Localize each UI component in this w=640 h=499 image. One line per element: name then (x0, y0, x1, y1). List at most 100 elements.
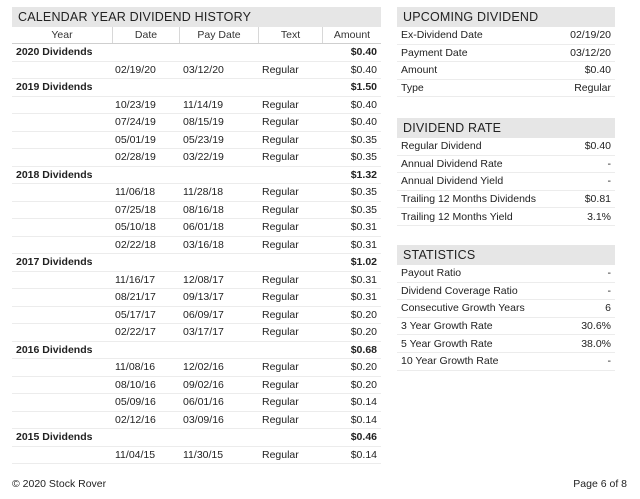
upcoming-item-row: Amount $0.40 (397, 62, 615, 80)
rate-item-value: $0.40 (584, 140, 611, 153)
dividend-ex-date: 08/10/16 (115, 378, 156, 391)
rate-item-value: - (607, 157, 612, 170)
dividend-ex-date: 02/28/19 (115, 151, 156, 164)
stats-item-label: 3 Year Growth Rate (401, 320, 493, 333)
rate-item-row: Annual Dividend Yield - (397, 173, 615, 191)
year-group-row: 2018 Dividends $1.32 (12, 167, 381, 184)
dividend-row: 05/10/18 06/01/18 Regular $0.31 (12, 219, 381, 237)
dividend-amount: $0.14 (350, 448, 377, 461)
rate-item-value: $0.81 (584, 193, 611, 206)
dividend-row: 02/19/20 03/12/20 Regular $0.40 (12, 62, 381, 79)
dividend-amount: $0.35 (350, 186, 377, 199)
dividend-row: 11/06/18 11/28/18 Regular $0.35 (12, 184, 381, 202)
dividend-amount: $0.31 (350, 273, 377, 286)
dividend-ex-date: 08/21/17 (115, 291, 156, 304)
upcoming-item-value: Regular (574, 82, 611, 95)
col-pay-date-header: Pay Date (179, 27, 258, 43)
stats-item-value: - (607, 355, 612, 368)
stats-item-label: Dividend Coverage Ratio (401, 284, 518, 297)
year-group-label: 2016 Dividends (16, 343, 93, 356)
dividend-pay-date: 06/01/16 (183, 396, 224, 409)
dividend-row: 02/28/19 03/22/19 Regular $0.35 (12, 149, 381, 167)
dividend-row: 05/17/17 06/09/17 Regular $0.20 (12, 307, 381, 324)
year-group-row: 2017 Dividends $1.02 (12, 254, 381, 272)
dividend-row: 11/04/15 11/30/15 Regular $0.14 (12, 447, 381, 464)
year-group-total: $0.68 (350, 343, 377, 356)
footer-copyright: © 2020 Stock Rover (12, 478, 107, 490)
dividend-type: Regular (262, 238, 299, 251)
year-group-label: 2020 Dividends (16, 46, 93, 59)
dividend-type: Regular (262, 361, 299, 374)
year-group-total: $1.50 (350, 81, 377, 94)
stats-item-label: 5 Year Growth Rate (401, 337, 493, 350)
dividend-pay-date: 08/15/19 (183, 116, 224, 129)
dividend-pay-date: 11/14/19 (183, 98, 224, 111)
dividend-ex-date: 11/08/16 (115, 361, 156, 374)
dividend-type: Regular (262, 326, 299, 339)
dividend-pay-date: 03/17/17 (183, 326, 224, 339)
rate-item-row: Regular Dividend $0.40 (397, 138, 615, 156)
stats-item-value: - (607, 284, 612, 297)
dividend-type: Regular (262, 116, 299, 129)
dividend-amount: $0.14 (350, 413, 377, 426)
rate-title: DIVIDEND RATE (397, 118, 615, 138)
stats-item-row: 10 Year Growth Rate - (397, 353, 615, 371)
dividend-pay-date: 11/30/15 (183, 448, 224, 461)
dividend-type: Regular (262, 63, 299, 76)
stats-item-row: 3 Year Growth Rate 30.6% (397, 318, 615, 336)
col-text-header: Text (258, 27, 322, 43)
statistics-panel: STATISTICS Payout Ratio - Dividend Coverag… (397, 245, 615, 371)
stats-item-value: 30.6% (581, 320, 611, 333)
dividend-type: Regular (262, 413, 299, 426)
stats-item-row: Payout Ratio - (397, 265, 615, 283)
year-group-label: 2019 Dividends (16, 81, 93, 94)
year-group-row: 2016 Dividends $0.68 (12, 342, 381, 359)
dividend-pay-date: 11/28/18 (183, 186, 224, 199)
year-group-total: $1.32 (350, 168, 377, 181)
year-group-row: 2019 Dividends $1.50 (12, 79, 381, 97)
dividend-amount: $0.40 (350, 116, 377, 129)
dividend-amount: $0.20 (350, 361, 377, 374)
year-group-total: $1.02 (350, 256, 377, 269)
dividend-type: Regular (262, 151, 299, 164)
dividend-pay-date: 05/23/19 (183, 133, 224, 146)
dividend-amount: $0.14 (350, 396, 377, 409)
dividend-ex-date: 05/01/19 (115, 133, 156, 146)
upcoming-item-value: 02/19/20 (570, 29, 611, 42)
rate-item-value: - (607, 175, 612, 188)
dividend-ex-date: 07/25/18 (115, 203, 156, 216)
history-title: CALENDAR YEAR DIVIDEND HISTORY (12, 7, 381, 27)
dividend-type: Regular (262, 186, 299, 199)
dividend-ex-date: 02/19/20 (115, 63, 156, 76)
rate-item-label: Annual Dividend Rate (401, 157, 503, 170)
dividend-ex-date: 10/23/19 (115, 98, 156, 111)
dividend-type: Regular (262, 221, 299, 234)
upcoming-item-label: Payment Date (401, 46, 468, 59)
col-date-header: Date (112, 27, 179, 43)
stats-item-label: Payout Ratio (401, 267, 462, 280)
dividend-amount: $0.31 (350, 221, 377, 234)
dividend-type: Regular (262, 378, 299, 391)
dividend-amount: $0.40 (350, 98, 377, 111)
rate-item-label: Regular Dividend (401, 140, 482, 153)
year-group-total: $0.46 (350, 431, 377, 444)
year-group-total: $0.40 (350, 46, 377, 59)
dividend-row: 11/08/16 12/02/16 Regular $0.20 (12, 359, 381, 377)
dividend-ex-date: 05/17/17 (115, 308, 156, 321)
dividend-ex-date: 02/22/18 (115, 238, 156, 251)
upcoming-item-row: Type Regular (397, 80, 615, 98)
dividend-row: 08/10/16 09/02/16 Regular $0.20 (12, 377, 381, 394)
dividend-row: 07/25/18 08/16/18 Regular $0.35 (12, 202, 381, 219)
dividend-row: 11/16/17 12/08/17 Regular $0.31 (12, 272, 381, 289)
upcoming-item-label: Ex-Dividend Date (401, 29, 483, 42)
history-table-header: Year Date Pay Date Text Amount (12, 27, 381, 44)
stats-item-value: 38.0% (581, 337, 611, 350)
stats-item-row: Consecutive Growth Years 6 (397, 300, 615, 318)
upcoming-title: UPCOMING DIVIDEND (397, 7, 615, 27)
dividend-ex-date: 02/12/16 (115, 413, 156, 426)
dividend-row: 08/21/17 09/13/17 Regular $0.31 (12, 289, 381, 307)
dividend-row: 07/24/19 08/15/19 Regular $0.40 (12, 114, 381, 132)
dividend-row: 02/22/18 03/16/18 Regular $0.31 (12, 237, 381, 254)
dividend-rate-panel: DIVIDEND RATE Regular Dividend $0.40 Annua… (397, 118, 615, 226)
dividend-pay-date: 03/12/20 (183, 63, 224, 76)
